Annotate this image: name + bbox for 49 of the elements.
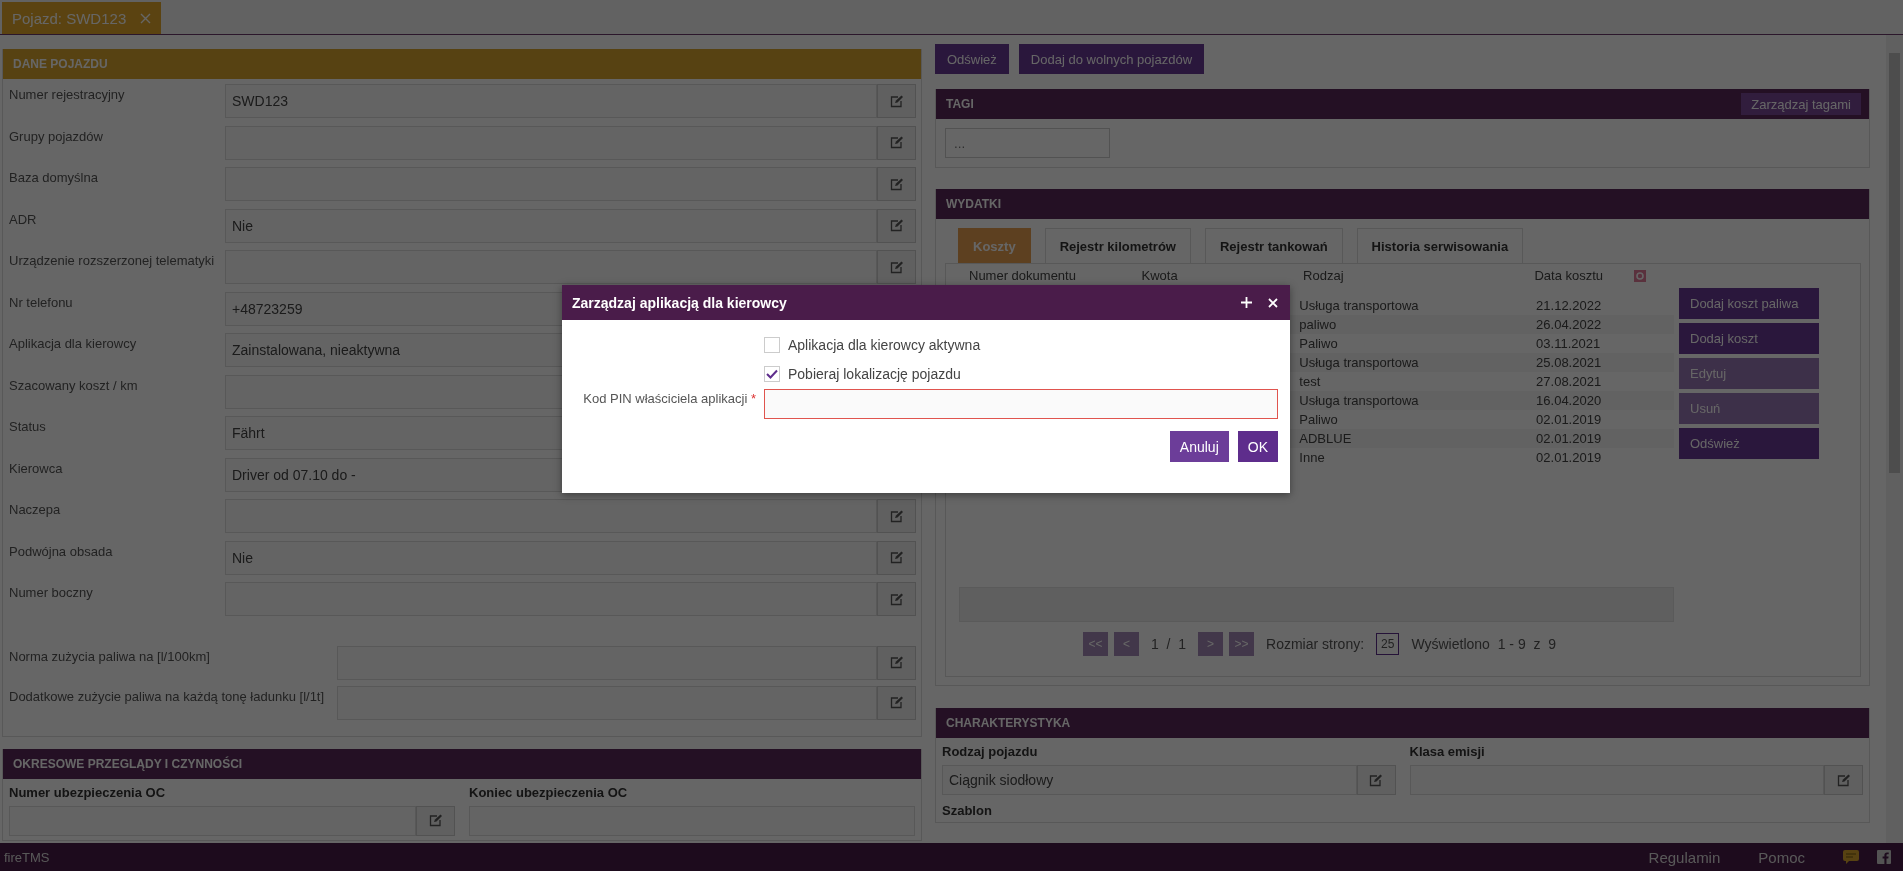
field-label: Kierowca xyxy=(9,459,64,476)
field-label: Podwójna obsada xyxy=(9,542,114,559)
table-cell-text: 16.04.2020 xyxy=(1535,393,1603,408)
field-label: Numer rejestracyjny xyxy=(9,86,126,102)
section-header: WYDATKI xyxy=(936,189,1869,219)
field-label: ADR xyxy=(9,210,38,227)
field-label: Dodatkowe zużycie paliwa na każdą tonę ładunku [l/1t] xyxy=(9,687,326,704)
field-label: Norma zużycia paliwa na [l/100km] xyxy=(9,647,211,664)
page-indicator: 1 / 1 xyxy=(1150,636,1188,652)
table-cell-text: Paliwo xyxy=(1298,336,1339,351)
dialog-title: Zarządzaj aplikacją dla kierowcy xyxy=(572,294,788,311)
field-label: Baza domyślna xyxy=(9,169,99,185)
table-cell-text: ADBLUE xyxy=(1298,431,1353,446)
field-label: Numer boczny xyxy=(9,584,94,600)
table-cell-text: Inne xyxy=(1298,450,1326,465)
table-cell-text: 02.01.2019 xyxy=(1535,431,1603,446)
field-label: Numer ubezpieczenia OC xyxy=(9,784,167,800)
table-cell-text: test xyxy=(1298,374,1322,389)
table-cell-text: 03.11.2021 xyxy=(1535,336,1602,351)
table-cell-text: Usługa transportowa xyxy=(1298,355,1420,370)
field-label: Kod PIN właściciela aplikacji * xyxy=(582,390,756,406)
field-label: Szacowany koszt / km xyxy=(9,376,139,393)
field-label: Koniec ubezpieczenia OC xyxy=(469,784,629,800)
section-header: OKRESOWE PRZEGLĄDY I CZYNNOŚCI xyxy=(3,748,921,779)
table-cell-text: 27.08.2021 xyxy=(1535,374,1603,389)
table-cell-text: 02.01.2019 xyxy=(1535,412,1603,427)
table-cell-text: 26.04.2022 xyxy=(1535,317,1603,332)
field-label: Grupy pojazdów xyxy=(9,127,104,144)
field-label: Nr telefonu xyxy=(9,293,74,310)
section-header: DANE POJAZDU xyxy=(3,49,921,79)
field-label: Urządzenie rozszerzonej telematyki xyxy=(9,252,216,268)
table-cell-text: Usługa transportowa xyxy=(1298,298,1420,313)
page-size-label: Rozmiar strony: xyxy=(1265,636,1366,652)
table-cell-text: Usługa transportowa xyxy=(1298,393,1420,408)
record-summary: Wyświetlono 1 - 9 z 9 xyxy=(1410,636,1557,652)
field-label: Status xyxy=(9,418,47,434)
section-header: CHARAKTERYSTYKA xyxy=(936,708,1869,738)
field-label: Szablon xyxy=(941,802,993,820)
table-cell-text: 25.08.2021 xyxy=(1535,355,1603,370)
field-label: Rodzaj pojazdu xyxy=(942,744,1039,759)
table-cell-text: 21.12.2022 xyxy=(1535,298,1603,313)
field-label: Klasa emisji xyxy=(1409,744,1486,759)
table-cell-text: paliwo xyxy=(1298,317,1338,332)
field-label: Naczepa xyxy=(9,501,62,517)
table-cell-text: 02.01.2019 xyxy=(1535,450,1603,465)
section-header: TAGI xyxy=(946,97,974,111)
brand-text: fireTMS xyxy=(4,849,50,865)
field-label: Aplikacja dla kierowcy xyxy=(9,335,138,351)
table-cell-text: Paliwo xyxy=(1298,412,1339,427)
